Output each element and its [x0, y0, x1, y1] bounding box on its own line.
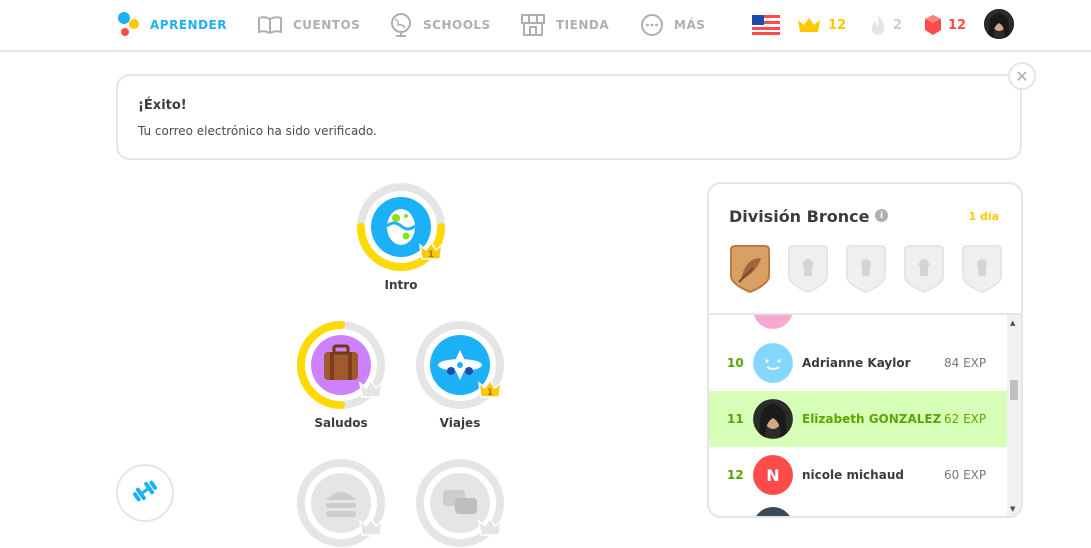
league-badges: [727, 244, 1005, 294]
nav-shop-label: TIENDA: [556, 18, 610, 32]
close-icon: ✕: [1015, 66, 1029, 86]
skill-saludos-label: Saludos: [314, 416, 368, 430]
crown-icon: [358, 378, 384, 404]
globe-icon: [389, 12, 413, 38]
crown-icon: [477, 516, 503, 542]
crown-icon: 1: [477, 378, 503, 404]
skill-intro-label: Intro: [384, 278, 418, 292]
top-navigation-bar: APRENDER CUENTOS SCHOOLS TIENDA MÁS 12 2…: [0, 0, 1091, 52]
gems-counter[interactable]: 12: [924, 0, 966, 50]
avatar: [753, 315, 793, 329]
crowns-count: 12: [828, 17, 847, 33]
leaderboard-row-current-user[interactable]: 11 Elizabeth GONZALEZ 62 EXP: [709, 391, 1007, 447]
avatar: [753, 507, 793, 516]
locked-league-badge[interactable]: [785, 244, 831, 294]
row-rank: 12: [727, 468, 744, 482]
locked-league-badge[interactable]: [901, 244, 947, 294]
success-banner: ¡Éxito! Tu correo electrónico ha sido ve…: [116, 74, 1022, 160]
row-xp: 84 EXP: [944, 356, 987, 370]
league-title: División Bronce: [729, 207, 870, 226]
row-rank: 11: [727, 412, 744, 426]
flame-icon: [869, 14, 887, 36]
row-name: Adrianne Kaylor: [802, 356, 911, 370]
scroll-down-icon[interactable]: ▼: [1010, 505, 1015, 513]
avatar: [753, 399, 793, 439]
crowns-counter[interactable]: 12: [796, 0, 846, 50]
crown-icon: [358, 516, 384, 542]
crown-icon: [796, 15, 822, 35]
league-days-left: 1 día: [968, 210, 999, 223]
nav-stories-label: CUENTOS: [293, 18, 361, 32]
row-xp: 60 EXP: [944, 468, 987, 482]
skill-viajes-level: 1: [487, 388, 493, 398]
info-icon[interactable]: i: [875, 209, 888, 222]
bronze-league-badge[interactable]: [727, 244, 773, 294]
locked-league-badge[interactable]: [843, 244, 889, 294]
leaderboard-row[interactable]: 12 N nicole michaud 60 EXP: [709, 447, 1007, 503]
dumbbell-icon: [130, 476, 160, 510]
scroll-up-icon[interactable]: ▲: [1010, 319, 1015, 327]
book-icon: [257, 15, 283, 35]
nav-more-label: MÁS: [674, 18, 706, 32]
shop-icon: [520, 13, 546, 37]
practice-button[interactable]: [116, 464, 174, 522]
us-flag-icon: [752, 15, 780, 35]
nav-learn-label: APRENDER: [150, 18, 227, 32]
nav-schools[interactable]: SCHOOLS: [389, 0, 491, 50]
scroll-thumb[interactable]: [1010, 380, 1018, 400]
skill-intro-level: 1: [428, 250, 434, 260]
banner-message: Tu correo electrónico ha sido verificado…: [138, 124, 377, 138]
leaderboard-row[interactable]: 10 Adrianne Kaylor 84 EXP: [709, 335, 1007, 391]
crown-icon: 1: [418, 240, 444, 266]
nav-schools-label: SCHOOLS: [423, 18, 491, 32]
gem-icon: [924, 14, 942, 36]
banner-title: ¡Éxito!: [138, 98, 187, 113]
close-banner-button[interactable]: ✕: [1008, 62, 1036, 90]
row-rank: 10: [727, 356, 744, 370]
leaderboard-list: 10 Adrianne Kaylor 84 EXP 11 Elizabeth G…: [709, 315, 1007, 516]
nav-more[interactable]: MÁS: [640, 0, 705, 50]
gems-count: 12: [948, 17, 967, 33]
locked-league-badge[interactable]: [959, 244, 1005, 294]
leaderboard-scrollbar[interactable]: ▲ ▼: [1007, 315, 1021, 516]
language-selector[interactable]: [752, 0, 780, 50]
nav-learn[interactable]: APRENDER: [118, 0, 227, 50]
nav-stories[interactable]: CUENTOS: [257, 0, 360, 50]
row-xp: 62 EXP: [944, 412, 987, 426]
streak-counter[interactable]: 2: [869, 0, 902, 50]
skill-viajes-label: Viajes: [439, 416, 481, 430]
streak-count: 2: [893, 17, 903, 33]
more-icon: [640, 13, 664, 37]
learn-icon: [118, 12, 140, 38]
row-name: Elizabeth GONZALEZ: [802, 412, 942, 426]
row-name: nicole michaud: [802, 468, 904, 482]
profile-avatar[interactable]: [984, 9, 1014, 39]
avatar: N: [753, 455, 793, 495]
avatar: [753, 343, 793, 383]
nav-shop[interactable]: TIENDA: [520, 0, 609, 50]
league-panel: División Bronce i 1 día 10 Adrianne Kayl…: [707, 182, 1023, 518]
